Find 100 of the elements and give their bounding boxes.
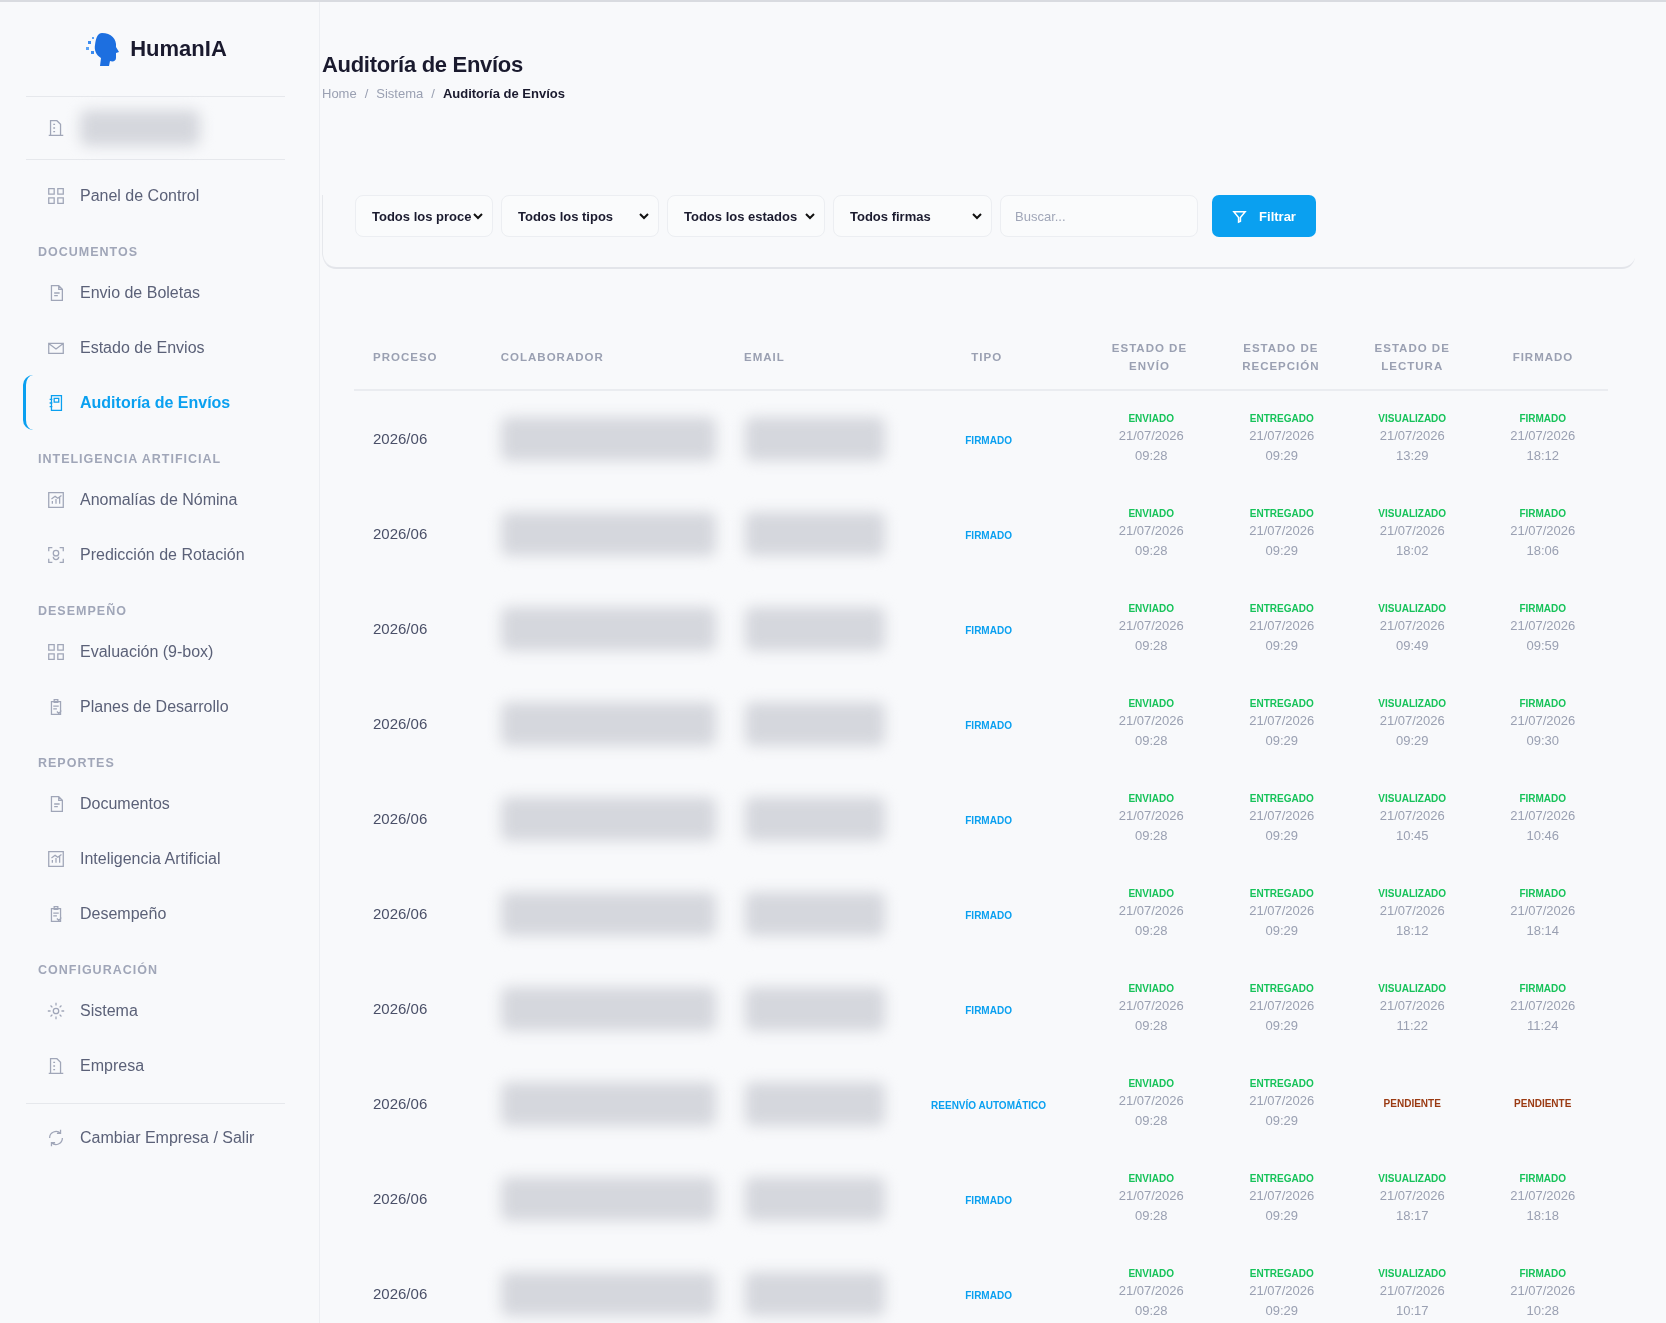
process-period: 2026/06: [373, 809, 428, 827]
status-date: 21/07/2026: [1379, 428, 1445, 444]
status-label: FIRMADO: [1519, 698, 1567, 709]
status-date: 21/07/2026: [1510, 998, 1576, 1014]
search-field[interactable]: Buscar...: [1000, 195, 1198, 237]
column-header: COLABORADOR: [499, 350, 605, 365]
status-time: 10:45: [1395, 828, 1429, 844]
status-date: 21/07/2026: [1510, 428, 1576, 444]
type-label: REENVÍO AUTOMÁTICO: [931, 1099, 1047, 1111]
status-label: FIRMADO: [1519, 1268, 1567, 1279]
status-date: 21/07/2026: [1118, 1093, 1184, 1109]
status-date: 21/07/2026: [1510, 1188, 1576, 1204]
status-time: 18:02: [1395, 543, 1429, 559]
filter-dropdown[interactable]: Todos firmas: [833, 195, 992, 237]
grid-icon: [46, 185, 66, 206]
filter-dropdown[interactable]: Todos los proce: [355, 195, 493, 237]
process-period: 2026/06: [373, 619, 428, 637]
status-date: 21/07/2026: [1249, 618, 1315, 634]
status-date: 21/07/2026: [1249, 808, 1315, 824]
type-label: FIRMADO: [965, 624, 1012, 636]
status-time: 09:28: [1134, 733, 1168, 749]
status-time: 10:28: [1526, 1303, 1559, 1319]
status-label: VISUALIZADO: [1378, 413, 1447, 424]
status-date: 21/07/2026: [1118, 713, 1184, 729]
process-period: 2026/06: [373, 904, 428, 922]
status-date: 21/07/2026: [1510, 618, 1576, 634]
status-time: 09:29: [1265, 923, 1298, 939]
status-time: 09:29: [1265, 638, 1298, 654]
status-date: 21/07/2026: [1118, 618, 1184, 634]
type-label: FIRMADO: [965, 434, 1012, 446]
column-header: TIPO: [970, 350, 1004, 365]
nav-item[interactable]: Inteligencia Artificial: [23, 831, 285, 886]
nav-item[interactable]: Estado de Envios: [23, 320, 285, 375]
status-date: 21/07/2026: [1510, 903, 1576, 919]
status-label: ENVIADO: [1128, 793, 1174, 804]
process-period: 2026/06: [373, 429, 428, 447]
status-time: 18:12: [1526, 448, 1559, 464]
nav-item[interactable]: Cambiar Empresa / Salir: [23, 1110, 285, 1165]
status-time: 09:49: [1395, 638, 1429, 654]
status-label: ENVIADO: [1128, 1078, 1174, 1089]
filter-dropdown[interactable]: Todos los tipos: [501, 195, 659, 237]
status-date: 21/07/2026: [1118, 523, 1184, 539]
process-period: 2026/06: [373, 1284, 428, 1302]
breadcrumb-current: Auditoría de Envíos: [442, 86, 565, 101]
nav-item[interactable]: Empresa: [23, 1038, 285, 1093]
filter-dropdown[interactable]: Todos los estados: [667, 195, 825, 237]
filter-icon: [1232, 208, 1248, 224]
settings-icon: [46, 1000, 66, 1021]
breadcrumb-separator: /: [431, 86, 435, 101]
status-time: 09:29: [1265, 733, 1298, 749]
status-time: 09:59: [1526, 638, 1559, 654]
status-label: FIRMADO: [1519, 1173, 1567, 1184]
nav-item[interactable]: Planes de Desarrollo: [23, 679, 285, 734]
status-date: 21/07/2026: [1118, 808, 1184, 824]
nav-item[interactable]: Panel de Control: [23, 168, 285, 223]
status-date: 21/07/2026: [1510, 808, 1576, 824]
status-time: 09:29: [1265, 1303, 1298, 1319]
chart-icon: [46, 848, 66, 869]
status-date: 21/07/2026: [1379, 903, 1445, 919]
status-label: FIRMADO: [1519, 508, 1567, 519]
status-time: 11:22: [1396, 1018, 1428, 1034]
status-label: VISUALIZADO: [1378, 1173, 1447, 1184]
nav-item[interactable]: Predicción de Rotación: [23, 527, 285, 582]
process-period: 2026/06: [373, 714, 428, 732]
status-label: PENDIENTE: [1514, 1098, 1572, 1109]
status-time: 18:14: [1526, 923, 1559, 939]
status-label: ENVIADO: [1128, 698, 1174, 709]
status-label: VISUALIZADO: [1378, 508, 1447, 519]
status-label: FIRMADO: [1519, 793, 1567, 804]
status-label: ENVIADO: [1128, 413, 1174, 424]
process-period: 2026/06: [373, 524, 428, 542]
status-time: 18:18: [1526, 1208, 1559, 1224]
type-label: FIRMADO: [965, 1194, 1012, 1206]
status-date: 21/07/2026: [1379, 808, 1445, 824]
status-time: 10:46: [1526, 828, 1559, 844]
status-date: 21/07/2026: [1118, 1283, 1184, 1299]
status-date: 21/07/2026: [1379, 618, 1445, 634]
breadcrumb-separator: /: [364, 86, 369, 101]
nav-item[interactable]: Documentos: [23, 776, 285, 831]
nav-item[interactable]: Anomalías de Nómina: [23, 472, 285, 527]
nav-item[interactable]: Desempeño: [23, 886, 285, 941]
status-label: ENVIADO: [1128, 603, 1174, 614]
status-label: FIRMADO: [1519, 603, 1567, 614]
status-time: 09:28: [1134, 923, 1168, 939]
nav-item[interactable]: Sistema: [23, 983, 285, 1038]
status-time: 09:29: [1265, 1113, 1298, 1129]
status-date: 21/07/2026: [1510, 713, 1576, 729]
type-label: FIRMADO: [965, 1289, 1012, 1301]
status-time: 09:28: [1134, 1303, 1168, 1319]
column-header: ESTADO DE LECTURA: [1373, 341, 1451, 374]
status-label: VISUALIZADO: [1378, 698, 1447, 709]
status-label: ENTREGADO: [1249, 603, 1314, 614]
status-time: 09:28: [1134, 1018, 1168, 1034]
status-date: 21/07/2026: [1249, 998, 1315, 1014]
status-label: FIRMADO: [1519, 888, 1567, 899]
status-label: ENVIADO: [1128, 1268, 1174, 1279]
nav-item[interactable]: Evaluación (9-box): [23, 624, 285, 679]
nav-item[interactable]: Envio de Boletas: [23, 265, 285, 320]
status-date: 21/07/2026: [1379, 523, 1445, 539]
status-label: ENTREGADO: [1249, 983, 1314, 994]
